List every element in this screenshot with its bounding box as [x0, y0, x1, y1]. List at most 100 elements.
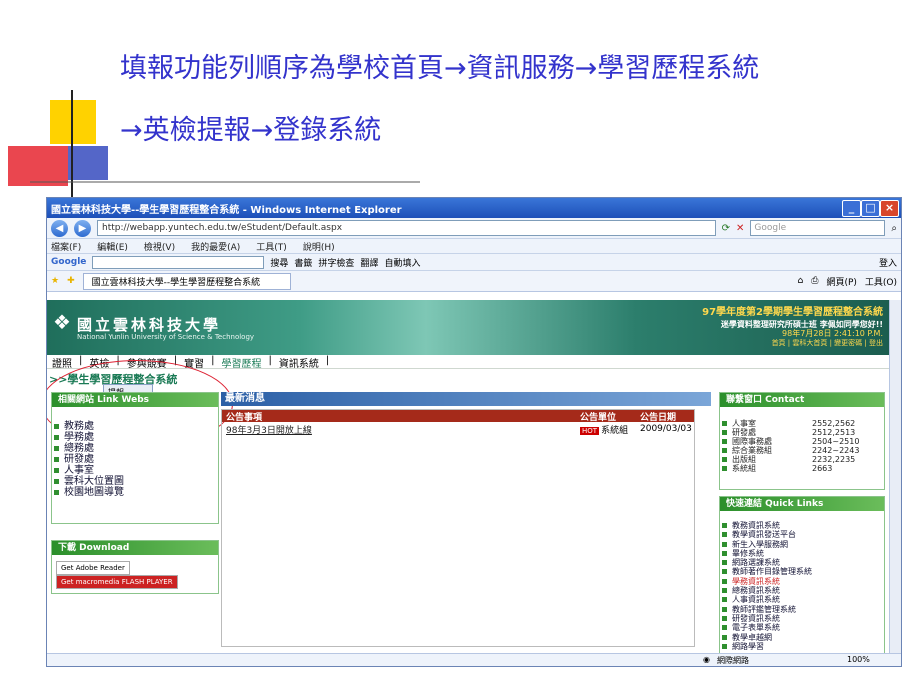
system-title: 97學年度第2學期學生學習歷程整合系統 — [702, 307, 883, 318]
news-date: 2009/03/03 — [640, 424, 692, 434]
toolbar-login[interactable]: 登入 — [879, 256, 897, 269]
quick-link[interactable]: 研發資訊系統 — [720, 614, 884, 623]
window-title: 國立雲林科技大學--學生學習歷程整合系統 - Windows Internet … — [51, 204, 402, 216]
nav-info-system[interactable]: 資訊系統 — [276, 355, 322, 370]
contact-header: 聯繫窗口 Contact — [720, 393, 884, 407]
nav-portfolio[interactable]: 學習歷程 — [219, 355, 265, 370]
contact-ext: 2663 — [812, 464, 833, 473]
contact-ext: 2504~2510 — [812, 437, 860, 446]
minimize-button[interactable]: _ — [842, 200, 861, 217]
hot-badge: HOT — [580, 426, 600, 435]
quick-link[interactable]: 教務資訊系統 — [720, 521, 884, 530]
news-unit: 系統組 — [601, 425, 629, 436]
quick-link[interactable]: 教學卓越網 — [720, 633, 884, 642]
link-item[interactable]: 人事室 — [52, 465, 218, 476]
school-name: 國立雲林科技大學 — [77, 316, 222, 334]
search-input[interactable]: Google — [750, 220, 886, 236]
page-scrollbar[interactable] — [889, 300, 901, 654]
address-field[interactable]: http://webapp.yuntech.edu.tw/eStudent/De… — [97, 220, 716, 236]
quick-link[interactable]: 教師著作目錄管理系統 — [720, 567, 884, 576]
menu-tools[interactable]: 工具(T) — [256, 240, 287, 253]
print-icon[interactable]: ⎙ — [811, 276, 818, 286]
back-icon[interactable]: ◀ — [51, 219, 68, 237]
contact-row: 研發處 2512,2513 — [720, 428, 884, 437]
toolbar-bookmarks[interactable]: 書籤 — [294, 256, 312, 269]
contact-row: 人事室 2552,2562 — [720, 419, 884, 428]
toolbar-translate[interactable]: 翻譯 — [360, 256, 378, 269]
toolbar-spellcheck[interactable]: 拼字檢查 — [318, 256, 354, 269]
stop-icon[interactable]: ✕ — [736, 223, 744, 234]
google-toolbar: Google 搜尋 書籤 拼字檢查 翻譯 自動填入 登入 — [47, 254, 901, 271]
quick-link[interactable]: 總務資訊系統 — [720, 586, 884, 595]
contact-row: 綜合業務組 2242~2243 — [720, 446, 884, 455]
refresh-icon[interactable]: ⟳ — [722, 223, 730, 234]
google-search-field[interactable] — [92, 255, 265, 269]
link-item[interactable]: 總務處 — [52, 443, 218, 454]
web-page: ❖ 國立雲林科技大學 National Yunlin University of… — [47, 300, 889, 654]
contact-row: 出版組 2232,2235 — [720, 455, 884, 464]
col-unit: 公告單位 — [580, 412, 617, 423]
menu-edit[interactable]: 編輯(E) — [97, 240, 128, 253]
contact-row: 系統組 2663 — [720, 464, 884, 473]
download-header: 下載 Download — [52, 541, 218, 555]
cmd-tools[interactable]: 工具(O) — [865, 275, 897, 288]
close-button[interactable]: × — [880, 200, 899, 217]
search-icon[interactable]: ⌕ — [891, 223, 897, 234]
contact-name: 人事室 — [732, 419, 756, 428]
maximize-button[interactable]: □ — [861, 200, 880, 217]
site-banner: ❖ 國立雲林科技大學 National Yunlin University of… — [47, 300, 889, 355]
link-item[interactable]: 教務處 — [52, 421, 218, 432]
globe-icon: ◉ — [703, 655, 710, 664]
nav-cert[interactable]: 證照 — [49, 355, 75, 370]
quick-link[interactable]: 教師評鑑管理系統 — [720, 605, 884, 614]
menu-help[interactable]: 說明(H) — [303, 240, 335, 253]
quick-links-panel: 快速連結 Quick Links 教務資訊系統 教學資訊發送平台 新生入學服務網… — [719, 496, 885, 654]
browser-window: 國立雲林科技大學--學生學習歷程整合系統 - Windows Internet … — [46, 197, 902, 667]
slide-decoration — [8, 90, 420, 200]
cmd-page[interactable]: 網頁(P) — [826, 275, 856, 288]
flash-player-button[interactable]: Get macromedia FLASH PLAYER — [56, 575, 178, 589]
contact-name: 研發處 — [732, 428, 756, 437]
contact-ext: 2232,2235 — [812, 455, 856, 464]
add-favorite-icon[interactable]: ✚ — [67, 276, 75, 286]
news-title-link[interactable]: 98年3月3日開放上線 — [226, 423, 580, 436]
window-title-bar: 國立雲林科技大學--學生學習歷程整合系統 - Windows Internet … — [47, 198, 901, 218]
menu-favorites[interactable]: 我的最愛(A) — [191, 240, 240, 253]
quick-link[interactable]: 新生入學服務網 — [720, 540, 884, 549]
link-item[interactable]: 校園地圖導覽 — [52, 487, 218, 498]
toolbar-search[interactable]: 搜尋 — [270, 256, 288, 269]
adobe-reader-button[interactable]: Get Adobe Reader — [56, 561, 130, 575]
links-panel: 相關網站 Link Webs 教務處 學務處 總務處 研發處 人事室 雲科大位置… — [51, 392, 219, 524]
links-header: 相關網站 Link Webs — [52, 393, 218, 407]
toolbar-autofill[interactable]: 自動填入 — [384, 256, 420, 269]
forward-icon[interactable]: ▶ — [74, 219, 91, 237]
quick-links-header: 快速連結 Quick Links — [720, 497, 884, 511]
link-item[interactable]: 雲科大位置圖 — [52, 476, 218, 487]
school-logo-icon: ❖ — [53, 310, 71, 334]
status-zone: 網際網路 — [717, 656, 749, 665]
contact-row: 國際事務處 2504~2510 — [720, 437, 884, 446]
quick-link[interactable]: 學務資訊系統 — [720, 577, 884, 586]
quick-link[interactable]: 教學資訊發送平台 — [720, 530, 884, 539]
quick-link[interactable]: 電子表單系統 — [720, 623, 884, 632]
header-links[interactable]: 首頁 | 雲科大首頁 | 變更密碼 | 登出 — [772, 338, 883, 348]
contact-ext: 2242~2243 — [812, 446, 860, 455]
menu-view[interactable]: 檢視(V) — [144, 240, 175, 253]
quick-link[interactable]: 畢修系統 — [720, 549, 884, 558]
status-bar: ◉ 網際網路 100% — [47, 653, 901, 666]
home-icon[interactable]: ⌂ — [798, 276, 804, 286]
tab-current[interactable]: 國立雲林科技大學--學生學習歷程整合系統 — [82, 272, 291, 290]
favorites-star-icon[interactable]: ★ — [51, 276, 59, 286]
col-date: 公告日期 — [640, 412, 677, 423]
zoom-level[interactable]: 100% — [847, 655, 870, 664]
news-panel: 最新消息 公告事項 公告單位 公告日期 98年3月3日開放上線 HOT 系統組 2… — [221, 392, 711, 647]
menu-file[interactable]: 檔案(F) — [51, 240, 81, 253]
quick-link[interactable]: 人事資訊系統 — [720, 595, 884, 604]
link-item[interactable]: 研發處 — [52, 454, 218, 465]
contact-name: 國際事務處 — [732, 437, 772, 446]
link-item[interactable]: 學務處 — [52, 432, 218, 443]
quick-link[interactable]: 網路學習 — [720, 642, 884, 651]
contact-ext: 2512,2513 — [812, 428, 856, 437]
slide-title-line1: 填報功能列順序為學校首頁→資訊服務→學習歷程系統 — [120, 53, 760, 84]
news-header: 最新消息 — [221, 392, 711, 406]
